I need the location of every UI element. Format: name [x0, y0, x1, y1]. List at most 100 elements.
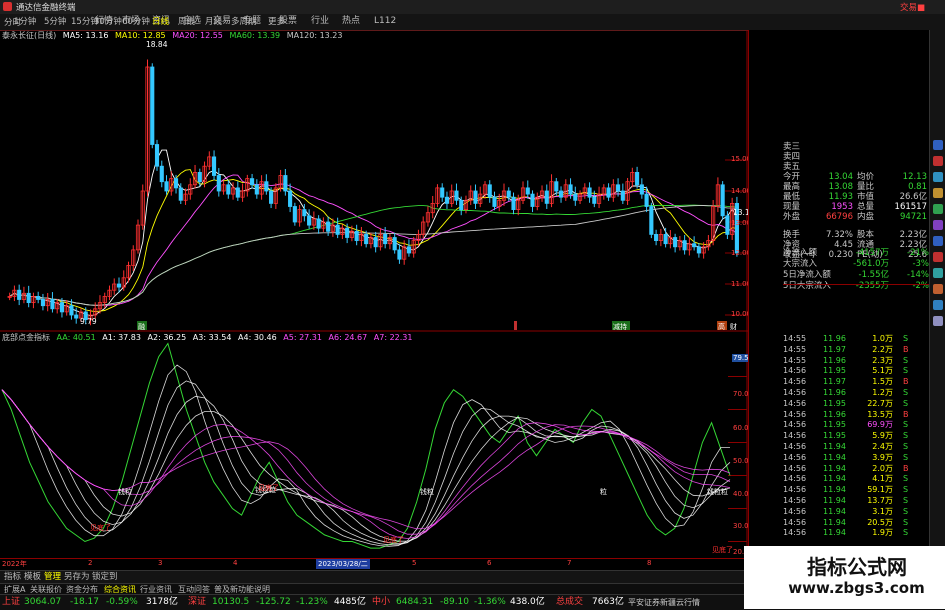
tick-time: 14:55	[783, 334, 807, 343]
high-price-note: 18.84	[146, 40, 168, 49]
stock-name-label: 泰永长征(日线)	[2, 31, 57, 40]
indicator-a2-line	[1, 380, 731, 546]
quote-row: 最低 11.93 市值 26.6亿	[749, 192, 929, 202]
candle	[611, 179, 616, 202]
tick-row: 14:56 11.94 2.0万 B	[783, 464, 943, 475]
quote-label: 量比	[857, 182, 875, 192]
candle	[311, 211, 316, 230]
watermark-url: www.zbgs3.com	[788, 579, 925, 597]
tool-icon-5[interactable]	[933, 204, 943, 214]
tick-time: 14:56	[783, 452, 807, 462]
ask-row-3: 卖三	[783, 142, 801, 152]
period-1min[interactable]: 1分钟	[14, 16, 36, 28]
main-kline-chart[interactable]: 18.84 9.79 13.1 融 减持 高 财 泰永长征(日线) MA5: 1…	[0, 30, 783, 332]
flow-label: 5日大宗流入	[783, 281, 831, 291]
candle	[582, 183, 587, 199]
kline-canvas: 18.84 9.79 13.1 融 减持 高 财	[0, 30, 748, 332]
candle	[216, 168, 221, 197]
tick-side: B	[903, 377, 909, 387]
candle	[558, 186, 564, 203]
candle	[658, 228, 663, 247]
tick-time: 14:55	[783, 355, 807, 365]
period-30min[interactable]: 30分钟	[94, 16, 122, 28]
tick-side: B	[903, 463, 909, 473]
tick-side: S	[903, 355, 909, 365]
tool-icon-7[interactable]	[933, 236, 943, 246]
event-marker-high[interactable]: 高	[718, 322, 725, 331]
period-daily[interactable]: 日线	[152, 16, 169, 28]
tool-icon-10[interactable]	[933, 284, 943, 294]
quote-value: 2.23亿	[899, 230, 927, 240]
period-weekly[interactable]: 周线	[178, 16, 195, 28]
status-zx-name[interactable]: 中小	[372, 595, 390, 610]
legend-a4: A4: 30.46	[238, 333, 277, 342]
indicator-name: 底部点金指标	[2, 333, 50, 342]
tool-icon-12[interactable]	[933, 316, 943, 326]
tool-icon-11[interactable]	[933, 300, 943, 310]
tick-volume: 2.2万	[872, 344, 893, 354]
candle	[135, 219, 141, 254]
tick-row: 14:56 11.94 4.1万 S	[783, 474, 943, 485]
candle	[478, 186, 483, 208]
tick-price: 11.94	[823, 517, 846, 527]
period-multi[interactable]: 多周期	[231, 16, 257, 28]
candle	[696, 243, 701, 258]
tick-row: 14:55 11.96 1.0万 S	[783, 334, 943, 345]
tick-time: 14:56	[783, 388, 807, 397]
candle	[601, 184, 606, 200]
tick-side: B	[903, 409, 909, 419]
candle	[354, 224, 359, 246]
candle	[649, 202, 654, 239]
tool-icon-9[interactable]	[933, 268, 943, 278]
tick-side: S	[903, 334, 909, 343]
fund-flow-row: 5日大宗流入 -2355万 -2%	[749, 281, 929, 291]
tool-icon-2[interactable]	[933, 156, 943, 166]
candle	[226, 180, 231, 199]
candle	[221, 181, 226, 195]
event-marker-margin[interactable]: 融	[138, 322, 145, 331]
flow-value: -561.0万	[853, 259, 889, 269]
tick-volume: 3.9万	[872, 452, 893, 462]
watermark-logo: 指标公式网 www.zbgs3.com	[744, 546, 945, 609]
tick-price: 11.94	[823, 506, 846, 516]
candle	[440, 183, 445, 202]
legend-a3: A3: 33.54	[192, 333, 232, 342]
period-more[interactable]: 更多	[268, 16, 285, 28]
status-sh-name[interactable]: 上证	[2, 595, 20, 610]
candle	[335, 217, 340, 239]
candle	[535, 192, 540, 211]
tick-volume: 59.1万	[867, 485, 893, 495]
tool-icon-4[interactable]	[933, 188, 943, 198]
tick-row: 14:56 11.95 69.9万 S	[783, 420, 943, 431]
tick-time: 14:56	[783, 474, 807, 484]
candle	[159, 160, 164, 188]
tool-icon-3[interactable]	[933, 172, 943, 182]
candle	[487, 180, 492, 203]
quote-value: 0.81	[908, 182, 927, 192]
candle	[468, 185, 473, 205]
tool-icon-6[interactable]	[933, 220, 943, 230]
time-axis-year: 2022年	[2, 560, 27, 568]
quote-value: 13.08	[828, 182, 853, 192]
trade-link[interactable]: 交易■	[900, 1, 925, 13]
flow-pct: -2%	[912, 281, 929, 291]
period-60min[interactable]: 60分钟	[122, 16, 150, 28]
candle	[397, 244, 402, 264]
time-mark-5: 5	[412, 559, 417, 567]
status-sz-name[interactable]: 深证	[188, 595, 206, 610]
candle	[677, 235, 682, 251]
price-axis-labels: 15.00 14.00 13.00 12.00 11.00 10.00	[731, 30, 751, 332]
tick-price: 11.97	[823, 344, 846, 354]
tick-price: 11.94	[823, 452, 846, 462]
indicator-signal-label: 见底了	[90, 523, 111, 532]
tool-icon-8[interactable]	[933, 252, 943, 262]
period-5min[interactable]: 5分钟	[44, 16, 66, 28]
indicator-chart[interactable]: 见底了 钱粒 钱粒粒 钱粒粒钱粒粒 见底了 见底了 见底了 底部点金指标 AA: 40.51…	[0, 332, 755, 569]
tool-icon-1[interactable]	[933, 140, 943, 150]
period-monthly[interactable]: 月线	[205, 16, 222, 28]
event-marker-reduce[interactable]: 减持	[613, 322, 627, 331]
tick-volume: 22.7万	[867, 398, 893, 408]
candle	[31, 292, 36, 309]
tick-time: 14:56	[783, 431, 807, 441]
tick-price: 11.94	[823, 474, 846, 484]
